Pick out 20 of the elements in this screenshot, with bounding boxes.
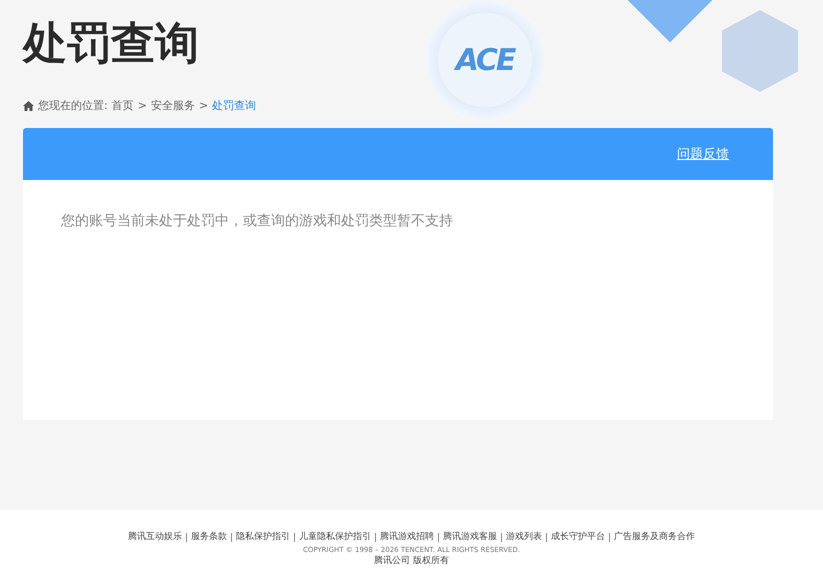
breadcrumb-link[interactable]: 处罚查询: [212, 98, 256, 113]
breadcrumb-separator: >: [138, 99, 147, 112]
breadcrumb-link[interactable]: 首页: [112, 98, 134, 113]
footer-link[interactable]: 儿童隐私保护指引: [299, 532, 371, 543]
home-icon: [23, 100, 34, 110]
footer-link[interactable]: 服务条款: [191, 532, 227, 543]
logo: ACE: [425, 0, 545, 120]
footer-link[interactable]: 腾讯游戏招聘: [380, 532, 434, 543]
footer-link[interactable]: 腾讯互动娱乐: [128, 532, 182, 543]
breadcrumb-separator: >: [198, 99, 208, 112]
footer-link[interactable]: 腾讯游戏客服: [443, 532, 497, 543]
page-title: 处罚查询: [23, 17, 199, 71]
footer-link[interactable]: 成长守护平台: [551, 532, 605, 543]
footer-link[interactable]: 游戏列表: [506, 532, 542, 543]
footer-link[interactable]: 隐私保护指引: [236, 532, 290, 543]
breadcrumb-label: 您现在的位置:: [38, 98, 108, 113]
footer-link[interactable]: 广告服务及商务合作: [614, 532, 695, 543]
breadcrumb-link[interactable]: 安全服务: [150, 98, 195, 113]
company-text: 腾讯公司 版权所有: [374, 556, 449, 567]
result-message: 您的账号当前未处于处罚中，或查询的游戏和处罚类型暂不支持: [61, 212, 454, 230]
